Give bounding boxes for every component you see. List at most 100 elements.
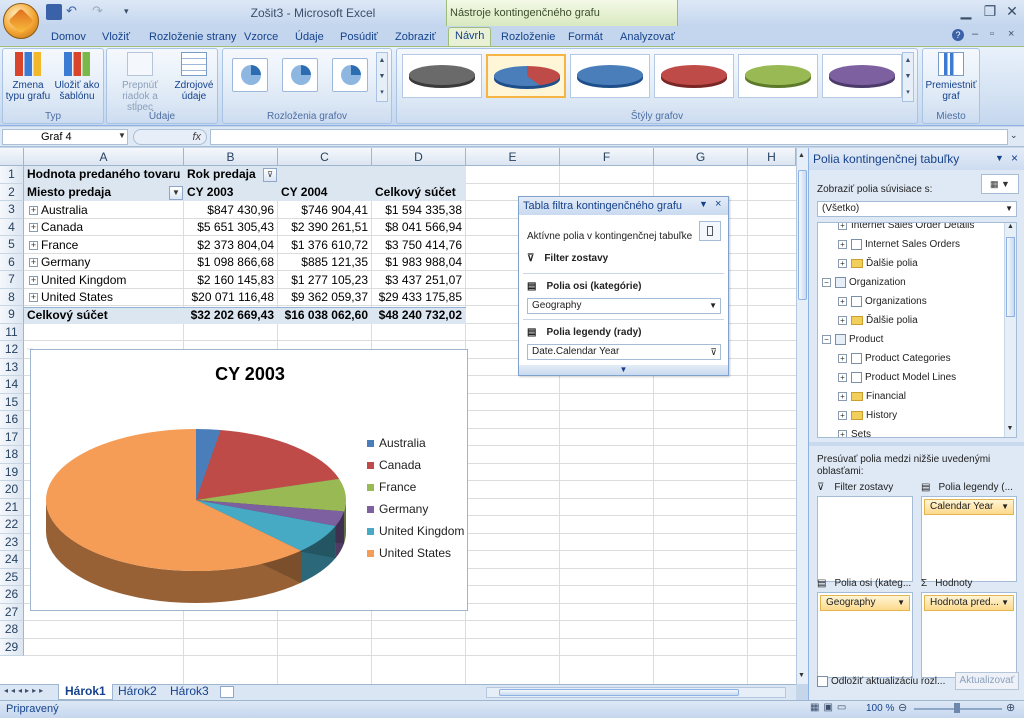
row-header-23[interactable]: 23	[0, 533, 24, 551]
expand-icon[interactable]: +	[29, 223, 38, 233]
row-header-14[interactable]: 14	[0, 376, 24, 394]
value-cell[interactable]: $847 430,96	[184, 202, 274, 219]
tab-zobrazit[interactable]: Zobraziť	[389, 29, 442, 45]
field-tree-item[interactable]: + Internet Sales Orders	[838, 237, 1016, 253]
expand-icon[interactable]: +	[838, 239, 847, 249]
tab-rozlozenie-strany[interactable]: Rozloženie strany	[143, 29, 242, 45]
legend-fields-combo[interactable]: Date.Calendar Year ⊽	[527, 344, 721, 360]
chip-dropdown-icon[interactable]: ▼	[1001, 596, 1009, 610]
redo-icon[interactable]: ↷	[92, 4, 108, 20]
chart-layout-1[interactable]	[232, 58, 268, 92]
column-header-d[interactable]: D	[372, 148, 466, 166]
formula-input[interactable]	[210, 129, 1008, 145]
row-label-france[interactable]: + France	[27, 237, 183, 254]
styles-scroll-icon[interactable]: ▲ ▼ ▾	[902, 52, 914, 102]
zoom-out-icon[interactable]: ⊖	[898, 701, 907, 714]
change-chart-type-button[interactable]: Zmena typu grafu	[4, 52, 52, 102]
insert-sheet-icon[interactable]	[220, 686, 234, 698]
value-cell[interactable]: $1 098 866,68	[184, 254, 274, 271]
value-cell[interactable]: $9 362 059,37	[278, 289, 368, 306]
tab-vlozit[interactable]: Vložiť	[96, 29, 136, 45]
collapse-icon[interactable]: −	[822, 277, 831, 287]
value-cell[interactable]: $2 373 804,04	[184, 237, 274, 254]
filter-drop-area[interactable]	[817, 496, 913, 582]
row-header-4[interactable]: 4	[0, 218, 24, 236]
chart-style-6[interactable]	[822, 54, 902, 98]
expand-icon[interactable]: +	[838, 296, 847, 306]
tree-scrollbar[interactable]: ▲ ▼	[1004, 223, 1016, 437]
chip-dropdown-icon[interactable]: ▼	[1001, 500, 1009, 514]
expand-icon[interactable]: +	[838, 353, 847, 363]
row-header-29[interactable]: 29	[0, 638, 24, 656]
chip-calendar-year[interactable]: Calendar Year ▼	[924, 499, 1014, 515]
chart-style-5[interactable]	[738, 54, 818, 98]
chart-style-1[interactable]	[402, 54, 482, 98]
chart-layout-2[interactable]	[282, 58, 318, 92]
value-cell[interactable]: $29 433 175,85	[372, 289, 462, 306]
select-all-corner[interactable]	[0, 148, 24, 166]
qat-customize-icon[interactable]: ▾	[124, 4, 140, 20]
pivot-column-label[interactable]: Rok predaja	[187, 166, 265, 183]
grand-total-label[interactable]: Celkový súčet	[27, 307, 183, 324]
chip-dropdown-icon[interactable]: ▼	[897, 596, 905, 610]
scroll-up-icon[interactable]: ▲	[1005, 223, 1016, 230]
tab-posudit[interactable]: Posúdiť	[334, 29, 384, 45]
maximize-icon[interactable]: ❐	[982, 3, 998, 19]
pivot-row-label[interactable]: Miesto predaja	[27, 184, 167, 201]
expand-icon[interactable]: +	[29, 205, 38, 215]
chart-resize-handle[interactable]: ⋯	[27, 346, 33, 353]
value-cell[interactable]: $1 594 335,38	[372, 202, 462, 219]
vertical-scroll-thumb[interactable]	[798, 170, 807, 300]
close-icon[interactable]: ✕	[1004, 3, 1020, 19]
pivot-chart[interactable]: CY 2003 Australia Canada France Germany Unit…	[30, 349, 468, 611]
save-icon[interactable]	[46, 4, 62, 20]
row-header-25[interactable]: 25	[0, 568, 24, 586]
value-cell[interactable]: $1 277 105,23	[278, 272, 368, 289]
expand-icon[interactable]: +	[838, 410, 847, 420]
expand-icon[interactable]: +	[29, 258, 38, 268]
column-header-b[interactable]: B	[184, 148, 278, 166]
column-header-g[interactable]: G	[654, 148, 748, 166]
doc-close-icon[interactable]: ×	[1008, 28, 1014, 40]
field-tree-item[interactable]: − Product	[822, 332, 1016, 348]
row-label-australia[interactable]: + Australia	[27, 202, 183, 219]
legend-entry[interactable]: United Kingdom	[367, 524, 477, 540]
field-checkbox[interactable]	[851, 295, 862, 307]
field-tree-item[interactable]: + History	[838, 408, 1016, 424]
field-layout-button[interactable]: ▦ ▼	[981, 174, 1019, 194]
legend-entry[interactable]: Germany	[367, 502, 477, 518]
row-header-19[interactable]: 19	[0, 463, 24, 481]
show-related-combo[interactable]: (Všetko) ▼	[817, 201, 1017, 217]
view-buttons-icon[interactable]: ▦▣▭	[810, 702, 850, 713]
axis-fields-combo[interactable]: Geography ▼	[527, 298, 721, 314]
column-header-e[interactable]: E	[466, 148, 560, 166]
field-tree-item[interactable]: + Product Categories	[838, 351, 1016, 367]
value-cell[interactable]: $8 041 566,94	[372, 219, 462, 236]
row-header-7[interactable]: 7	[0, 271, 24, 289]
expand-icon[interactable]: +	[838, 372, 847, 382]
value-cell[interactable]: $2 390 261,51	[278, 219, 368, 236]
office-button[interactable]	[3, 3, 39, 39]
field-list-menu-icon[interactable]: ▼	[995, 153, 1004, 163]
field-tree-item[interactable]: + Sets	[838, 427, 1016, 437]
legend-entry[interactable]: United States	[367, 546, 477, 562]
minimize-icon[interactable]: ▁	[958, 3, 974, 19]
doc-restore-icon[interactable]: ▫	[990, 28, 994, 40]
row-header-6[interactable]: 6	[0, 253, 24, 271]
row-label-united-kingdom[interactable]: + United Kingdom	[27, 272, 183, 289]
row-filter-dropdown-icon[interactable]: ▼	[169, 186, 183, 200]
value-cell[interactable]: $5 651 305,43	[184, 219, 274, 236]
row-header-21[interactable]: 21	[0, 498, 24, 516]
tab-navrh[interactable]: Návrh	[448, 27, 492, 46]
expand-icon[interactable]: +	[29, 293, 38, 303]
column-header-a[interactable]: A	[24, 148, 184, 166]
chart-style-4[interactable]	[654, 54, 734, 98]
field-list-close-icon[interactable]: ×	[1011, 151, 1018, 165]
field-tree-item[interactable]: + Ďalšie polia	[838, 256, 1016, 272]
pivot-values-label[interactable]: Hodnota predaného tovaru	[27, 166, 183, 183]
row-header-12[interactable]: 12	[0, 341, 24, 359]
insert-function-button[interactable]: fx	[133, 129, 207, 145]
value-cell[interactable]: $1 376 610,72	[278, 237, 368, 254]
expand-icon[interactable]: +	[838, 391, 847, 401]
field-tree-item[interactable]: + Product Model Lines	[838, 370, 1016, 386]
